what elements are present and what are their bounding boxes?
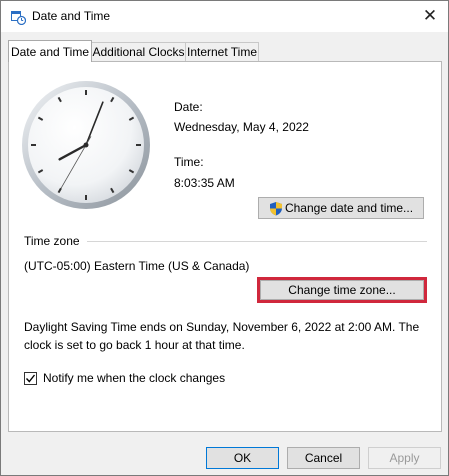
close-button[interactable]: ✕ bbox=[418, 4, 442, 28]
time-zone-value: (UTC-05:00) Eastern Time (US & Canada) bbox=[24, 259, 250, 273]
clock-center-pin bbox=[83, 142, 89, 148]
dst-info-line-1: Daylight Saving Time ends on Sunday, Nov… bbox=[24, 320, 420, 334]
time-value: 8:03:35 AM bbox=[174, 176, 235, 190]
checkmark-icon bbox=[25, 374, 36, 383]
title-bar: Date and Time ✕ bbox=[1, 1, 448, 32]
change-time-zone-button[interactable]: Change time zone... bbox=[260, 280, 424, 300]
time-heading: Time: bbox=[174, 155, 204, 169]
date-time-app-icon bbox=[11, 11, 26, 25]
notify-checkbox[interactable] bbox=[24, 372, 37, 385]
tab-panel: Date: Wednesday, May 4, 2022 Time: 8:03:… bbox=[8, 61, 442, 432]
date-value: Wednesday, May 4, 2022 bbox=[174, 120, 309, 134]
apply-button[interactable]: Apply bbox=[368, 447, 441, 469]
dst-info-line-2: clock is set to go back 1 hour at that t… bbox=[24, 338, 245, 352]
close-icon: ✕ bbox=[422, 6, 438, 25]
notify-label[interactable]: Notify me when the clock changes bbox=[43, 371, 225, 385]
time-zone-divider bbox=[87, 241, 427, 242]
tab-internet-time[interactable]: Internet Time bbox=[185, 42, 259, 61]
ok-button[interactable]: OK bbox=[206, 447, 279, 469]
date-heading: Date: bbox=[174, 100, 203, 114]
tab-additional-clocks[interactable]: Additional Clocks bbox=[91, 42, 186, 61]
tab-date-and-time[interactable]: Date and Time bbox=[8, 40, 92, 62]
time-zone-heading: Time zone bbox=[24, 234, 80, 248]
uac-shield-icon bbox=[269, 201, 282, 215]
cancel-button[interactable]: Cancel bbox=[287, 447, 360, 469]
analog-clock bbox=[22, 81, 150, 209]
window-title: Date and Time bbox=[32, 9, 111, 23]
date-time-dialog: Date and Time ✕ Date and Time Additional… bbox=[0, 0, 449, 476]
change-date-time-button[interactable]: Change date and time... bbox=[258, 197, 424, 219]
